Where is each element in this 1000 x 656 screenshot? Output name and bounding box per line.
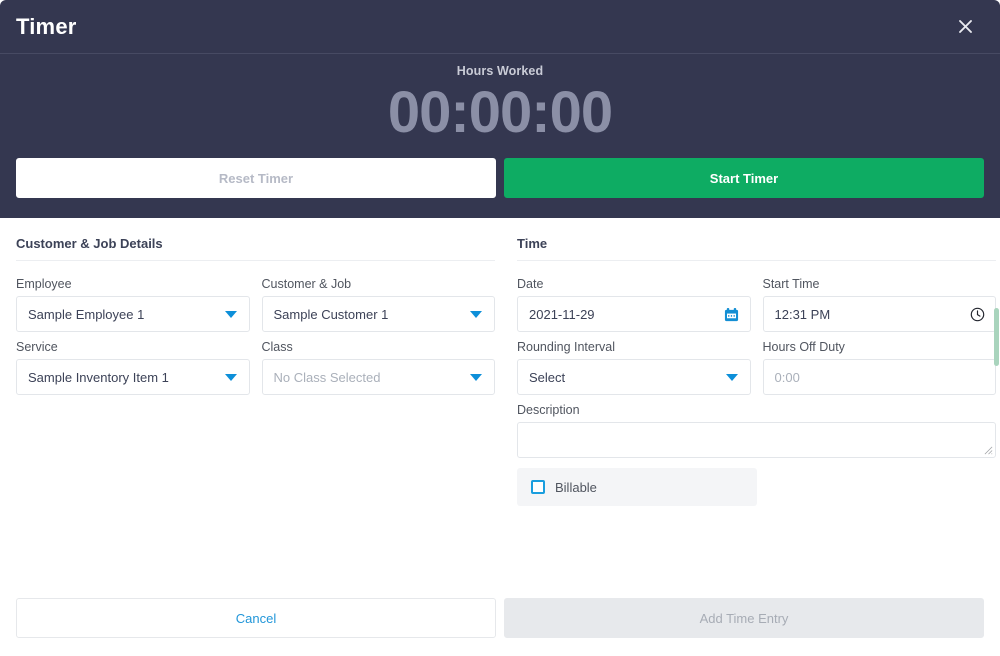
scrollbar-track[interactable] xyxy=(993,272,1000,598)
timer-button-group: Reset Timer Start Timer xyxy=(16,158,984,198)
form-columns: Customer & Job Details Employee Sample E… xyxy=(16,236,996,506)
field-row-date-start-time: Date 2021-11-29 Start Time 12:31 PM xyxy=(517,277,996,332)
field-label-class: Class xyxy=(261,340,293,354)
hours-off-duty-input[interactable]: 0:00 xyxy=(762,359,996,395)
billable-label: Billable xyxy=(555,479,597,495)
field-customer-job: Customer & Job Sample Customer 1 xyxy=(261,277,495,332)
field-rounding-interval: Rounding Interval Select xyxy=(517,340,751,395)
billable-checkbox-row[interactable]: Billable xyxy=(517,468,757,506)
billable-checkbox[interactable] xyxy=(531,480,545,494)
field-service: Service Sample Inventory Item 1 xyxy=(16,340,250,395)
chevron-down-icon xyxy=(467,305,485,323)
chevron-down-icon xyxy=(723,368,741,386)
start-time-input[interactable]: 12:31 PM xyxy=(762,296,996,332)
date-input-value: 2021-11-29 xyxy=(529,306,595,322)
field-label-start-time: Start Time xyxy=(762,277,820,291)
reset-timer-button[interactable]: Reset Timer xyxy=(16,158,496,198)
close-button[interactable] xyxy=(950,12,980,42)
field-class: Class No Class Selected xyxy=(261,340,495,395)
scrollbar-thumb[interactable] xyxy=(994,308,999,366)
page-title: Timer xyxy=(16,13,77,39)
field-label-hours-off-duty: Hours Off Duty xyxy=(762,340,845,354)
field-label-date: Date xyxy=(517,277,544,291)
class-select[interactable]: No Class Selected xyxy=(261,359,495,395)
employee-select-value: Sample Employee 1 xyxy=(28,306,145,322)
field-row-employee-customer: Employee Sample Employee 1 Customer & Jo… xyxy=(16,277,495,332)
cancel-button[interactable]: Cancel xyxy=(16,598,496,638)
hours-off-duty-input-value: 0:00 xyxy=(774,369,800,385)
field-label-service: Service xyxy=(16,340,58,354)
employee-select[interactable]: Sample Employee 1 xyxy=(16,296,250,332)
field-label-customer-job: Customer & Job xyxy=(261,277,352,291)
field-employee: Employee Sample Employee 1 xyxy=(16,277,250,332)
resize-grip-icon[interactable] xyxy=(984,446,993,455)
field-start-time: Start Time 12:31 PM xyxy=(762,277,996,332)
date-input[interactable]: 2021-11-29 xyxy=(517,296,751,332)
timer-modal: Timer Hours Worked 00:00:00 Reset Timer … xyxy=(0,0,1000,656)
class-select-value: No Class Selected xyxy=(273,369,381,385)
time-column: Time Date 2021-11-29 Start Time 12:31 PM… xyxy=(517,236,996,506)
service-select-value: Sample Inventory Item 1 xyxy=(28,369,169,385)
add-time-entry-button[interactable]: Add Time Entry xyxy=(504,598,984,638)
start-time-input-value: 12:31 PM xyxy=(774,306,831,322)
field-row-rounding-hours-off: Rounding Interval Select Hours Off Duty … xyxy=(517,340,996,395)
customer-job-select-value: Sample Customer 1 xyxy=(273,306,389,322)
description-textarea[interactable] xyxy=(517,422,996,458)
modal-footer: Cancel Add Time Entry xyxy=(0,598,1000,656)
field-hours-off-duty: Hours Off Duty 0:00 xyxy=(762,340,996,395)
chevron-down-icon xyxy=(222,305,240,323)
chevron-down-icon xyxy=(222,368,240,386)
modal-body: Customer & Job Details Employee Sample E… xyxy=(0,218,1000,598)
hours-worked-label: Hours Worked xyxy=(456,64,544,78)
customer-job-column: Customer & Job Details Employee Sample E… xyxy=(16,236,495,506)
timer-panel: Hours Worked 00:00:00 Reset Timer Start … xyxy=(0,54,1000,218)
service-select[interactable]: Sample Inventory Item 1 xyxy=(16,359,250,395)
section-title-customer-job: Customer & Job Details xyxy=(16,236,495,261)
close-icon xyxy=(958,20,972,33)
field-date: Date 2021-11-29 xyxy=(517,277,751,332)
field-label-description: Description xyxy=(517,403,580,417)
rounding-interval-select-value: Select xyxy=(529,369,566,385)
field-label-employee: Employee xyxy=(16,277,72,291)
calendar-icon[interactable] xyxy=(723,305,741,323)
customer-job-select[interactable]: Sample Customer 1 xyxy=(261,296,495,332)
chevron-down-icon xyxy=(467,368,485,386)
start-timer-button[interactable]: Start Timer xyxy=(504,158,984,198)
field-description: Description xyxy=(517,403,996,458)
clock-icon[interactable] xyxy=(968,305,986,323)
rounding-interval-select[interactable]: Select xyxy=(517,359,751,395)
timer-readout: 00:00:00 xyxy=(387,80,613,145)
field-row-service-class: Service Sample Inventory Item 1 Class No… xyxy=(16,340,495,395)
field-label-rounding-interval: Rounding Interval xyxy=(517,340,615,354)
section-title-time: Time xyxy=(517,236,996,261)
modal-header: Timer xyxy=(0,0,1000,54)
